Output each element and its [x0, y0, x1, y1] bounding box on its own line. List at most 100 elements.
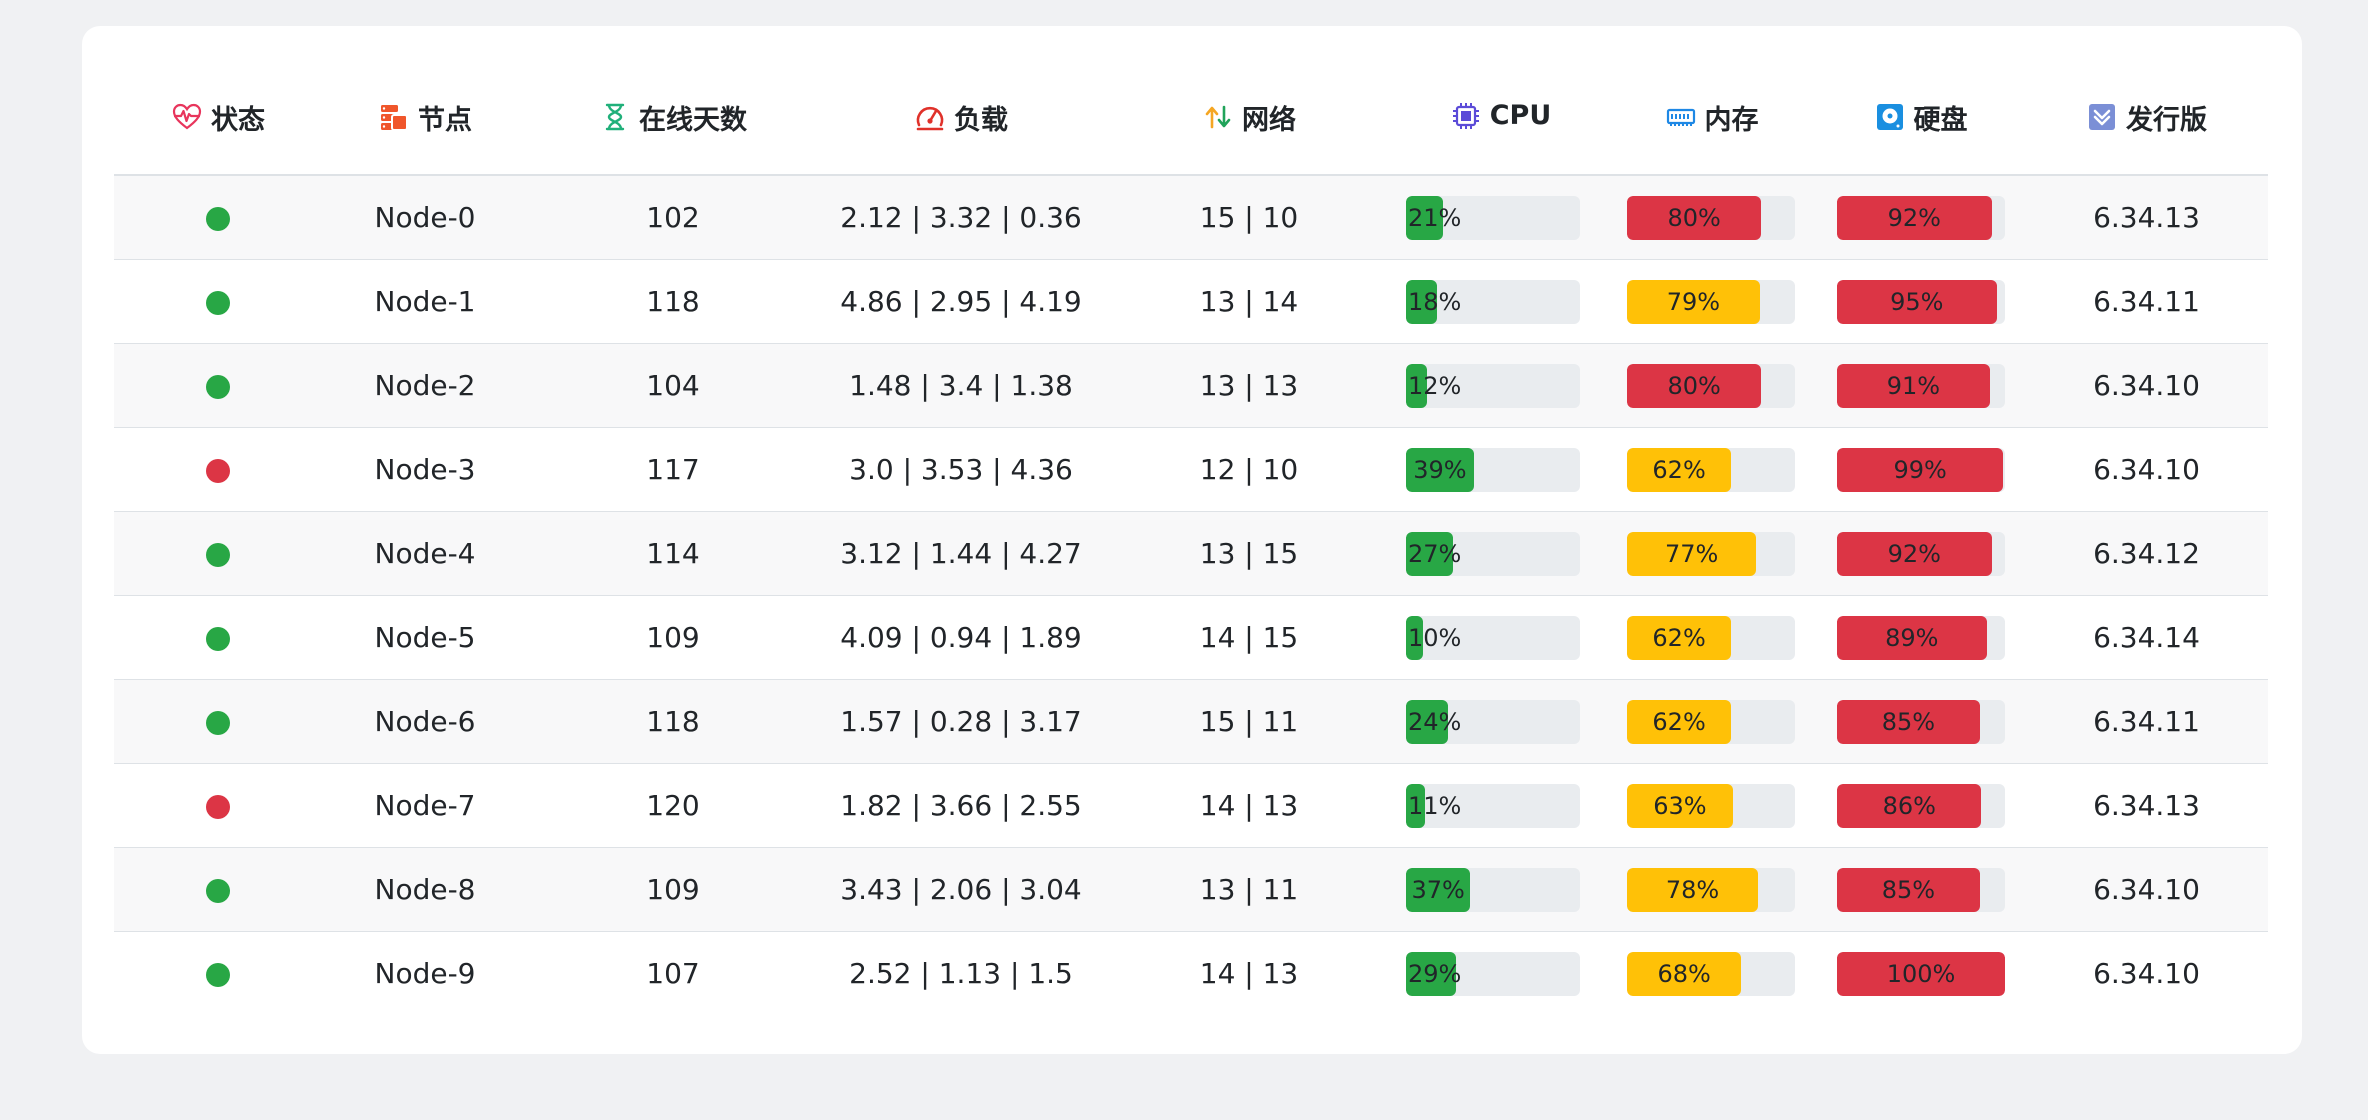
disk-cell: 92% [1816, 511, 2025, 596]
memory-usage-bar-label: 62% [1652, 455, 1706, 484]
table-row[interactable]: Node-7 120 1.82 | 3.66 | 2.55 14 | 13 11% 63%… [114, 763, 2268, 848]
cpu-usage-bar-label: 37% [1411, 875, 1465, 904]
table-row[interactable]: Node-9 107 2.52 | 1.13 | 1.5 14 | 13 29% 68% 1… [114, 932, 2268, 1016]
uptime-cell: 107 [646, 957, 700, 990]
hourglass-icon [605, 104, 625, 131]
column-header-status[interactable]: 状态 [114, 64, 322, 176]
status-indicator-offline [206, 459, 230, 483]
column-header-release[interactable]: 发行版 [2025, 64, 2268, 176]
arrows-up-down-icon [1205, 105, 1231, 129]
table-row[interactable]: Node-3 117 3.0 | 3.53 | 4.36 12 | 10 39% 62% 9… [114, 427, 2268, 512]
memory-usage-bar-label: 62% [1652, 623, 1706, 652]
status-cell [114, 763, 322, 848]
cpu-cell: 27% [1394, 511, 1607, 596]
memory-usage-bar-fill: 62% [1627, 447, 1732, 492]
cpu-usage-bar: 10% [1406, 615, 1580, 660]
cpu-usage-bar-label: 18% [1408, 287, 1462, 316]
release-cell: 6.34.13 [2025, 763, 2268, 848]
cpu-usage-bar-label: 27% [1408, 539, 1462, 568]
network-cell: 14 | 15 [1104, 595, 1394, 680]
release-cell: 6.34.14 [2025, 595, 2268, 680]
cpu-cell: 18% [1394, 259, 1607, 344]
column-header-disk[interactable]: 硬盘 [1816, 64, 2025, 176]
status-indicator-online [206, 543, 230, 567]
column-header-cpu[interactable]: CPU [1394, 64, 1607, 176]
header-label: CPU [1489, 100, 1552, 131]
column-header-node[interactable]: 节点 [322, 64, 528, 176]
uptime-cell: 118 [528, 679, 818, 764]
uptime-cell: 114 [528, 511, 818, 596]
table-body: Node-0 102 2.12 | 3.32 | 0.36 15 | 10 21% 80%… [114, 175, 2268, 1015]
disk-usage-bar-label: 91% [1886, 371, 1941, 400]
cpu-usage-bar-label: 24% [1408, 707, 1462, 736]
memory-usage-bar: 80% [1627, 363, 1795, 408]
table-row[interactable]: Node-0 102 2.12 | 3.32 | 0.36 15 | 10 21% 80%… [114, 175, 2268, 260]
table-row[interactable]: Node-6 118 1.57 | 0.28 | 3.17 15 | 11 24% 62%… [114, 679, 2268, 764]
hard-disk-icon [1876, 104, 1903, 131]
network-cell: 15 | 11 [1104, 679, 1394, 764]
server-status-card: 状态 节点 在线天数 负载 网络 CPU 内存 硬盘 发行版 Node-0 10… [82, 26, 2302, 1054]
table-row[interactable]: Node-1 118 4.86 | 2.95 | 4.19 13 | 14 18% 79%… [114, 259, 2268, 344]
speedometer-icon [916, 107, 944, 131]
node-name-cell: Node-8 [322, 847, 528, 932]
column-header-memory[interactable]: 内存 [1607, 64, 1816, 176]
table-row[interactable]: Node-8 109 3.43 | 2.06 | 3.04 13 | 11 37% 78%… [114, 847, 2268, 932]
column-header-uptime[interactable]: 在线天数 [528, 64, 818, 176]
memory-usage-bar: 77% [1627, 531, 1795, 576]
table-row[interactable]: Node-4 114 3.12 | 1.44 | 4.27 13 | 15 27% 77%… [114, 511, 2268, 596]
cpu-usage-bar: 21% [1406, 195, 1580, 240]
release-cell: 6.34.10 [2025, 343, 2268, 428]
uptime-cell: 109 [528, 847, 818, 932]
memory-usage-bar-fill: 78% [1627, 867, 1759, 912]
cpu-cell: 24% [1394, 679, 1607, 764]
header-label: 网络 [1242, 104, 1296, 136]
disk-usage-bar: 89% [1837, 615, 2005, 660]
status-cell [114, 343, 322, 428]
load-cell: 1.82 | 3.66 | 2.55 [818, 763, 1104, 848]
memory-usage-bar: 63% [1627, 783, 1795, 828]
column-header-load[interactable]: 负载 [818, 64, 1104, 176]
table-row[interactable]: Node-5 109 4.09 | 0.94 | 1.89 14 | 15 10% 62%… [114, 595, 2268, 680]
memory-module-icon [1666, 109, 1695, 127]
memory-usage-bar-fill: 80% [1627, 363, 1762, 408]
load-cell: 1.48 | 3.4 | 1.38 [818, 343, 1104, 428]
network-cell: 14 | 13 [1199, 957, 1299, 990]
memory-usage-bar: 62% [1627, 447, 1795, 492]
disk-cell: 85% [1816, 847, 2025, 932]
network-cell: 13 | 14 [1104, 259, 1394, 344]
disk-usage-bar-label: 100% [1886, 959, 1956, 988]
cpu-usage-bar: 12% [1406, 363, 1580, 408]
disk-usage-bar-label: 86% [1882, 791, 1936, 820]
disk-cell: 99% [1816, 427, 2025, 512]
column-header-network[interactable]: 网络 [1104, 64, 1394, 176]
load-cell: 3.12 | 1.44 | 4.27 [818, 511, 1104, 596]
disk-usage-bar-label: 89% [1885, 623, 1939, 652]
disk-usage-bar-label: 92% [1887, 539, 1941, 568]
table-row[interactable]: Node-2 104 1.48 | 3.4 | 1.38 13 | 13 12% 80% 9… [114, 343, 2268, 428]
disk-cell: 91% [1816, 343, 2025, 428]
memory-cell: 80% [1607, 343, 1816, 428]
memory-usage-bar-label: 68% [1657, 959, 1711, 988]
cpu-usage-bar: 37% [1406, 867, 1580, 912]
uptime-cell: 109 [528, 595, 818, 680]
node-name-cell: Node-6 [322, 679, 528, 764]
node-name-cell: Node-5 [322, 595, 528, 680]
load-cell: 4.09 | 0.94 | 1.89 [818, 595, 1104, 680]
release-cell: 6.34.10 [2025, 847, 2268, 932]
header-label: 发行版 [2126, 104, 2207, 136]
network-cell: 15 | 10 [1104, 175, 1394, 260]
disk-usage-bar-label: 85% [1881, 707, 1936, 736]
cpu-usage-bar: 29% [1406, 951, 1580, 996]
header-label: 内存 [1704, 104, 1759, 136]
network-cell: 12 | 10 [1104, 427, 1394, 512]
disk-usage-bar-label: 95% [1890, 287, 1944, 316]
cpu-usage-bar: 27% [1406, 531, 1580, 576]
load-cell: 2.52 | 1.13 | 1.5 [849, 957, 1073, 990]
cpu-usage-bar-fill: 12% [1406, 363, 1461, 408]
memory-usage-bar-label: 63% [1653, 791, 1707, 820]
cpu-cell: 37% [1394, 847, 1607, 932]
cpu-chip-icon [1452, 102, 1479, 129]
disk-usage-bar: 99% [1837, 447, 2005, 492]
uptime-cell: 102 [528, 175, 818, 260]
node-name-cell: Node-0 [322, 175, 528, 260]
